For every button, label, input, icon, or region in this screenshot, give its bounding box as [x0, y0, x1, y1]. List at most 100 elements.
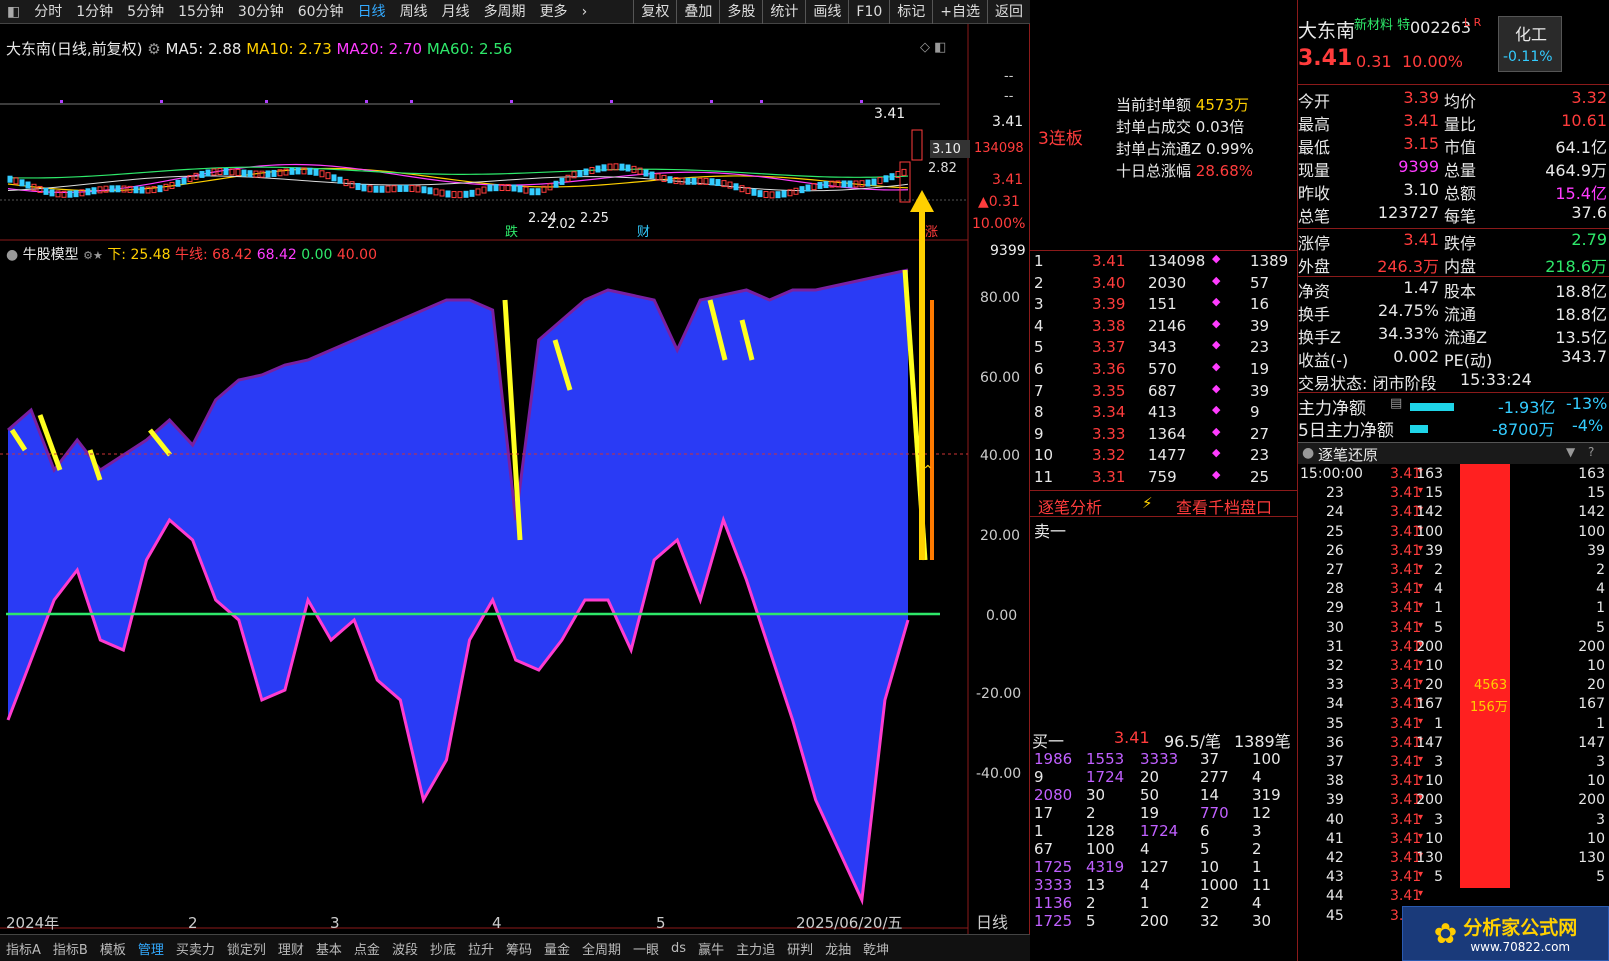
help-icon[interactable]: ?	[1588, 445, 1594, 459]
bottom-tab[interactable]: 一眼	[627, 939, 665, 958]
diamond-icon[interactable]: ◇ ◧	[920, 40, 946, 55]
link-depth-book[interactable]: 查看千档盘口	[1176, 494, 1272, 518]
tab-5min[interactable]: 5分钟	[120, 0, 171, 24]
candle	[523, 186, 529, 194]
candle	[25, 181, 31, 189]
bottom-tab[interactable]: 龙抽	[819, 939, 857, 958]
main5-net-bar	[1410, 425, 1428, 433]
bid-row[interactable]: 9 3.33 1364 ◆ 27	[1030, 425, 1297, 447]
svg-text:9399: 9399	[990, 243, 1026, 259]
candle	[85, 188, 91, 196]
chart-area[interactable]: 3.41 2.24 2.02 2.25 跌 财 涨 -- -- 3.41 3.1…	[0, 24, 1030, 934]
bottom-tab[interactable]: 研判	[781, 939, 819, 958]
btn-back[interactable]: 返回	[988, 0, 1030, 24]
candle	[565, 174, 571, 182]
bid-row[interactable]: 2 3.40 2030 ◆ 57	[1030, 274, 1297, 296]
bottom-tab[interactable]: 点金	[348, 939, 386, 958]
btn-f10[interactable]: F10	[849, 0, 889, 24]
bid-row[interactable]: 10 3.32 1477 ◆ 23	[1030, 446, 1297, 468]
panel-toggle-icon[interactable]: ◧	[0, 0, 27, 24]
bottom-tab[interactable]: 指标B	[47, 939, 94, 958]
candle	[121, 185, 127, 193]
bid-row[interactable]: 7 3.35 687 ◆ 39	[1030, 382, 1297, 404]
tab-30min[interactable]: 30分钟	[231, 0, 291, 24]
btn-overlay[interactable]: 叠加	[677, 0, 719, 24]
bottom-tab[interactable]: 买卖力	[170, 939, 221, 958]
bottom-tab[interactable]: 乾坤	[857, 939, 895, 958]
quote-row: 总笔 123727 每笔 37.6	[1298, 203, 1607, 226]
tab-daily[interactable]: 日线	[351, 0, 393, 24]
candle	[223, 168, 229, 176]
bottom-tab[interactable]: 赢牛	[692, 939, 730, 958]
bottom-tab[interactable]: 波段	[386, 939, 424, 958]
bottom-tab[interactable]: 拉升	[462, 939, 500, 958]
btn-multi-stock[interactable]: 多股	[720, 0, 762, 24]
quote-panel: 大东南 新材料 特 002263 L R 化工 -0.11% 3.41 0.31…	[1298, 0, 1609, 961]
settings-icon[interactable]: ⚙	[147, 40, 160, 58]
tab-60min[interactable]: 60分钟	[291, 0, 351, 24]
marker-dot	[510, 100, 513, 103]
sector-box[interactable]: 化工 -0.11%	[1498, 16, 1562, 72]
candle	[487, 184, 493, 192]
bid-row[interactable]: 5 3.37 343 ◆ 23	[1030, 338, 1297, 360]
svg-text:2.02: 2.02	[547, 217, 576, 232]
btn-mark[interactable]: 标记	[890, 0, 932, 24]
candle	[553, 180, 559, 188]
marker-dot	[760, 100, 763, 103]
btn-stats[interactable]: 统计	[763, 0, 805, 24]
btn-draw[interactable]: 画线	[806, 0, 848, 24]
bid-row[interactable]: 1 3.41 134098 ◆ 1389	[1030, 252, 1297, 274]
bid-row[interactable]: 3 3.39 151 ◆ 16	[1030, 295, 1297, 317]
bottom-tab[interactable]: 锁定列	[221, 939, 272, 958]
indicator-toggle-icon[interactable]: ●	[6, 247, 18, 263]
candle	[13, 177, 19, 185]
tab-fenshi[interactable]: 分时	[27, 0, 69, 24]
lianban-badge: 3连板	[1038, 129, 1083, 149]
candle	[427, 187, 433, 195]
chevron-right-icon[interactable]: ›	[575, 0, 595, 24]
bid-row[interactable]: 11 3.31 759 ◆ 25	[1030, 468, 1297, 490]
bid-row[interactable]: 8 3.34 413 ◆ 9	[1030, 403, 1297, 425]
bid-row[interactable]: 4 3.38 2146 ◆ 39	[1030, 317, 1297, 339]
tab-1min[interactable]: 1分钟	[69, 0, 120, 24]
tab-multi-period[interactable]: 多周期	[477, 0, 533, 24]
bottom-tab[interactable]: 基本	[310, 939, 348, 958]
link-tick-analysis[interactable]: 逐笔分析	[1038, 494, 1102, 518]
bottom-tab[interactable]: 主力追	[730, 939, 781, 958]
filter-icon[interactable]: ▼	[1566, 445, 1575, 459]
candle	[271, 169, 277, 177]
bottom-tab[interactable]: 筹码	[500, 939, 538, 958]
candle	[7, 175, 13, 183]
period-label: 日线	[976, 913, 1008, 932]
bottom-tab[interactable]: 全周期	[576, 939, 627, 958]
candle	[337, 176, 343, 184]
candle	[355, 183, 361, 191]
star-icon[interactable]: ⚙★	[83, 249, 103, 262]
candle	[911, 129, 923, 161]
quote-row: 昨收 3.10 总额 15.4亿	[1298, 180, 1607, 203]
bottom-tab[interactable]: 管理	[132, 939, 170, 958]
tab-15min[interactable]: 15分钟	[171, 0, 231, 24]
tab-weekly[interactable]: 周线	[393, 0, 435, 24]
bottom-tab[interactable]: 理财	[272, 939, 310, 958]
bottom-tab[interactable]: 抄底	[424, 939, 462, 958]
bottom-tab[interactable]: ds	[665, 941, 692, 956]
candle	[727, 181, 733, 189]
candle	[733, 183, 739, 191]
btn-add-watch[interactable]: +自选	[933, 0, 987, 24]
doc-icon[interactable]: ▤	[1390, 396, 1402, 411]
collapse-icon[interactable]: ●	[1302, 445, 1314, 461]
tab-more[interactable]: 更多	[533, 0, 575, 24]
candle	[799, 186, 805, 194]
stock-code: 002263	[1410, 18, 1472, 37]
bottom-tab[interactable]: 模板	[94, 939, 132, 958]
candle	[199, 170, 205, 178]
bottom-tab[interactable]: 量金	[538, 939, 576, 958]
candle	[871, 178, 877, 186]
candle	[373, 185, 379, 193]
candle	[241, 169, 247, 177]
bid-row[interactable]: 6 3.36 570 ◆ 19	[1030, 360, 1297, 382]
tab-monthly[interactable]: 月线	[435, 0, 477, 24]
bottom-tab[interactable]: 指标A	[0, 939, 47, 958]
btn-fuquan[interactable]: 复权	[634, 0, 676, 24]
